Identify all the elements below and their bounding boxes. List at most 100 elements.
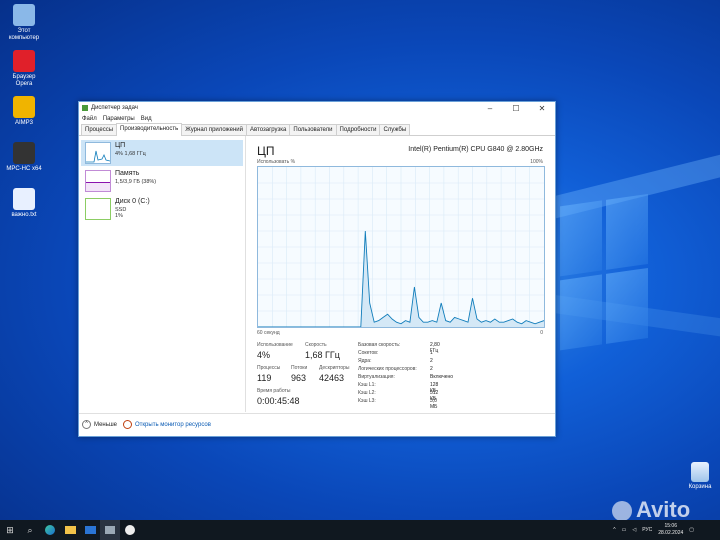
fewer-details-button[interactable]: ^ Меньше [82,420,117,429]
title-bar: Диспетчер задач – ☐ ✕ [79,102,555,114]
task-manager-icon [82,105,88,111]
tab-startup[interactable]: Автозагрузка [245,124,291,135]
resource-monitor-link[interactable]: Открыть монитор ресурсов [123,420,211,429]
menu-file[interactable]: Файл [82,116,97,122]
spec-row: Логических процессоров: 2 [358,366,433,372]
spec-row: Базовая скорость: 2,80 ГГц [358,342,440,354]
desktop-icon-label: Этот компьютер [8,28,40,41]
page-title: ЦП [257,144,275,158]
edge-icon[interactable] [40,520,60,540]
uptime-value: 0:00:45:48 [257,396,300,406]
resource-value: SSD 1% [115,207,127,219]
volume-icon[interactable]: ◁ [632,527,636,533]
language-indicator[interactable]: РУС [642,527,652,533]
cpu-thumbnail [85,142,111,164]
recycle-bin-icon[interactable]: Корзина [680,462,720,491]
processes-label: Процессы [257,365,281,371]
minimize-button[interactable]: – [477,104,503,113]
desktop-icon-image [13,188,35,210]
aimp-taskbar-icon[interactable] [120,520,140,540]
spec-row: Сокетов: 1 [358,350,433,356]
chevron-up-tray-icon[interactable]: ^ [613,527,615,533]
graph-time: 60 секунд [257,330,280,336]
usage-label: Использование [257,342,293,348]
cpu-model: Intel(R) Pentium(R) CPU G840 @ 2.80GHz [408,146,543,153]
maximize-button[interactable]: ☐ [503,104,529,113]
resource-value: 4% 1,68 ГГц [115,151,146,157]
desktop-icon[interactable]: Этот компьютер [4,4,44,42]
windows-logo [560,193,650,357]
menu-view[interactable]: Вид [141,116,152,122]
memory-thumbnail [85,170,111,192]
spec-key: Ядра: [358,358,372,364]
chevron-up-icon: ^ [82,420,91,429]
desktop-icon-label: Браузер Opera [12,74,36,87]
spec-key: Логических процессоров: [358,366,417,372]
handles-label: Дескрипторы [319,365,350,371]
spec-row: Кэш L3: 3,0 МБ [358,398,437,410]
desktop-icon[interactable]: MPC-HC x64 [4,142,44,173]
tab-processes[interactable]: Процессы [81,124,118,135]
search-icon[interactable]: ⌕ [20,520,40,540]
desktop-icon-label: MPC-HC x64 [6,166,42,172]
graph-max: 100% [530,159,543,165]
system-tray: ^ ▭ ◁ РУС 15:06 28.02.2024 ▢ [613,520,694,540]
taskbar: ⊞ ⌕ ^ ▭ ◁ РУС 15:06 28.02.2024 ▢ [0,520,720,540]
tab-users[interactable]: Пользователи [289,124,337,135]
spec-value: 3,0 МБ [430,398,438,410]
tab-app-history[interactable]: Журнал приложений [181,124,247,135]
spec-key: Кэш L1: [358,382,376,388]
processes-value: 119 [257,373,272,383]
task-manager-window: Диспетчер задач – ☐ ✕ Файл Параметры Вид… [78,101,556,437]
desktop-icon-label: важно.txt [11,212,37,218]
desktop-icon-label: AIMP3 [14,120,33,126]
resource-name: Память [115,170,140,177]
window-title: Диспетчер задач [91,105,138,111]
resource-monitor-icon [123,420,132,429]
network-icon[interactable]: ▭ [622,527,627,533]
desktop-icon[interactable]: AIMP3 [4,96,44,127]
notifications-icon[interactable]: ▢ [689,527,694,533]
threads-value: 963 [291,373,307,383]
spec-key: Сокетов: [358,350,379,356]
tab-services[interactable]: Службы [379,124,411,135]
tab-strip: Процессы Производительность Журнал прило… [79,123,555,136]
resource-list: ЦП 4% 1,68 ГГц Память 1,5/3,9 ГБ (38%) Д… [79,136,246,412]
tab-performance[interactable]: Производительность [116,123,183,136]
task-manager-taskbar-icon[interactable] [100,520,120,540]
desktop-icon-image [13,50,35,72]
handles-value: 42463 [319,373,345,383]
speed-value: 1,68 ГГц [305,350,340,360]
resource-value: 1,5/3,9 ГБ (38%) [115,179,157,185]
mail-icon[interactable] [80,520,100,540]
resource-name: ЦП [115,142,126,149]
resource-name: Диск 0 (C:) [115,198,150,205]
desktop-icon-image [13,96,35,118]
menu-options[interactable]: Параметры [103,116,135,122]
resource-cpu[interactable]: ЦП 4% 1,68 ГГц [81,140,243,166]
graph-min: 0 [540,330,543,336]
desktop-icon-image [13,4,35,26]
usage-value: 4% [257,350,271,360]
clock[interactable]: 15:06 28.02.2024 [658,523,683,537]
footer: ^ Меньше Открыть монитор ресурсов [79,413,555,436]
spec-key: Базовая скорость: [358,342,401,348]
spec-key: Виртуализация: [358,374,395,380]
resource-disk[interactable]: Диск 0 (C:) SSD 1% [81,196,243,222]
uptime-label: Время работы [257,388,291,394]
start-button[interactable]: ⊞ [0,520,20,540]
clock-time: 15:06 [664,523,677,529]
spec-value: 1 [430,350,433,356]
close-button[interactable]: ✕ [529,104,555,113]
resource-memory[interactable]: Память 1,5/3,9 ГБ (38%) [81,168,243,194]
desktop-icon[interactable]: важно.txt [4,188,44,219]
desktop-icon[interactable]: Браузер Opera [4,50,44,88]
file-explorer-icon[interactable] [60,520,80,540]
tab-details[interactable]: Подробности [335,124,381,135]
spec-value: 2 [430,366,433,372]
spec-value: Включено [430,374,454,380]
spec-key: Кэш L3: [358,398,376,404]
spec-row: Кэш L1: 128 КБ [358,382,438,394]
cpu-usage-graph [257,166,545,328]
graph-label: Использовать % [257,159,296,165]
